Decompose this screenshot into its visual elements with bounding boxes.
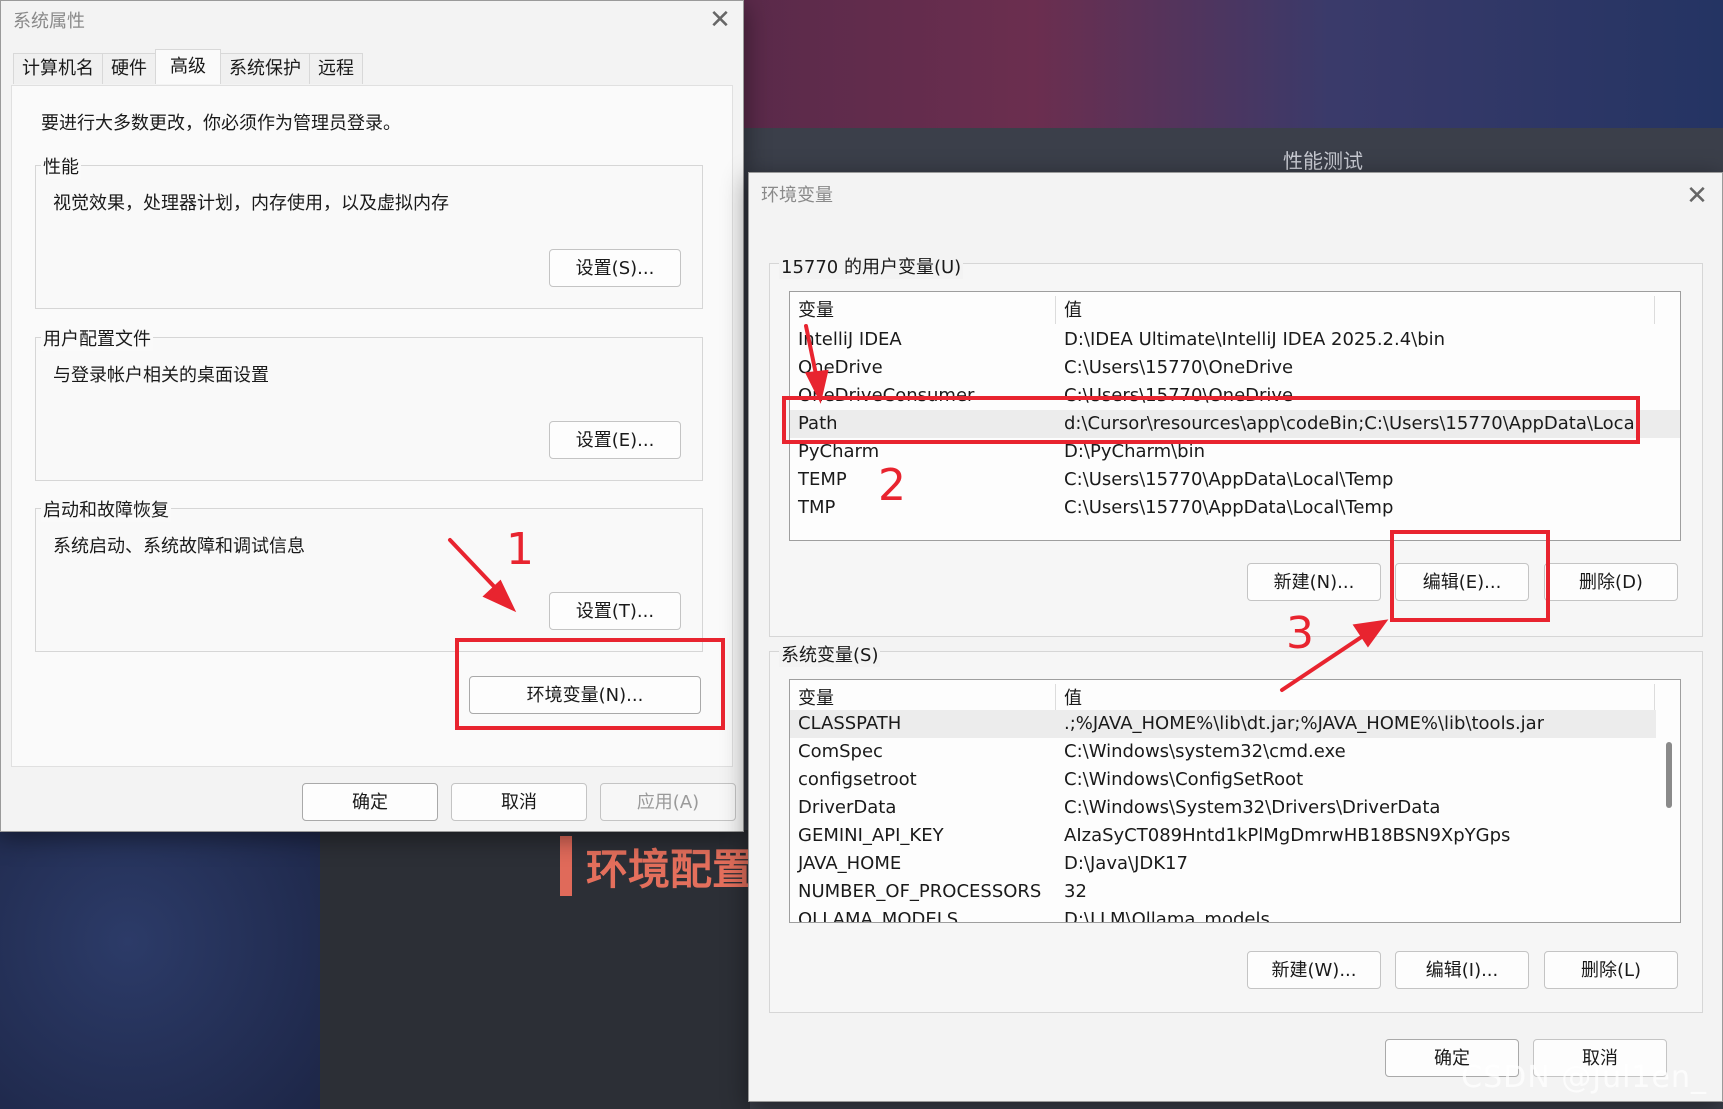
arrow-2-head bbox=[804, 369, 829, 404]
arrow-3-head bbox=[1352, 619, 1389, 648]
annotation-arrows bbox=[448, 324, 1389, 692]
arrow-1-head bbox=[482, 579, 517, 613]
watermark: CSDN @Jul1en_ bbox=[1461, 1060, 1707, 1095]
arrow-3-shaft bbox=[1280, 628, 1374, 692]
